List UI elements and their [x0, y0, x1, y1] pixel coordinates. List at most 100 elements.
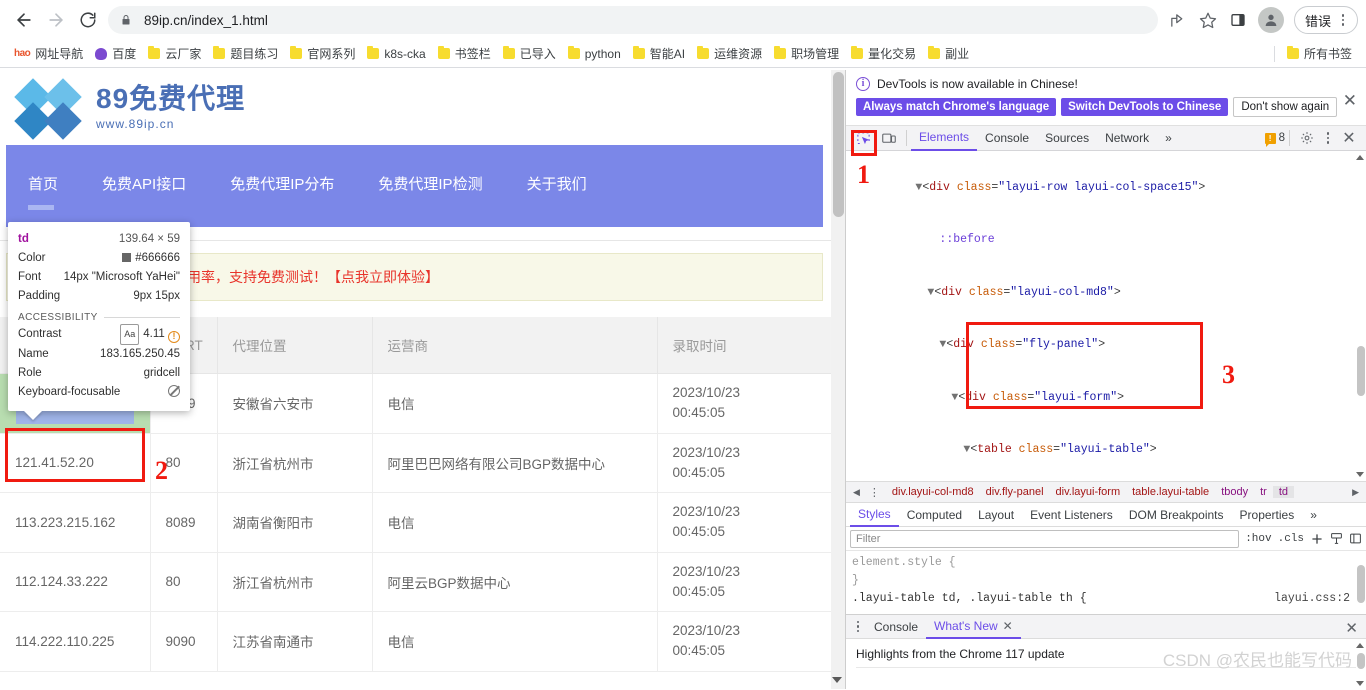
new-style-rule-icon[interactable]: [1310, 532, 1324, 546]
bookmark-item[interactable]: 官网系列: [284, 43, 361, 64]
switch-to-chinese-button[interactable]: Switch DevTools to Chinese: [1061, 98, 1229, 116]
dont-show-again-button[interactable]: Don't show again: [1233, 97, 1338, 117]
bookmark-item[interactable]: 云厂家: [142, 43, 207, 64]
css-rule-line-0[interactable]: element.style {: [852, 554, 1360, 572]
styles-subtab-properties[interactable]: Properties: [1232, 504, 1303, 526]
dom-scrollbar-thumb[interactable]: [1357, 346, 1365, 396]
site-nav-item-1[interactable]: 免费API接口: [102, 145, 204, 194]
bookmark-item[interactable]: 量化交易: [845, 43, 922, 64]
dom-line-fly-panel[interactable]: ▼<div class="fly-panel">: [850, 319, 1366, 372]
breadcrumb-scroll-right-icon[interactable]: ▶: [1349, 487, 1362, 498]
hov-toggle[interactable]: :hov: [1245, 533, 1271, 545]
site-nav-item-2[interactable]: 免费代理IP分布: [230, 145, 352, 194]
styles-more-tabs-icon[interactable]: »: [1302, 504, 1325, 526]
bookmark-item[interactable]: hao 网址导航: [8, 43, 89, 64]
breadcrumb-overflow-icon[interactable]: ⋮: [863, 486, 886, 499]
warning-icon: !: [168, 331, 180, 343]
back-button[interactable]: [8, 4, 40, 36]
breadcrumb-scroll-left-icon[interactable]: ◀: [850, 487, 863, 498]
close-banner-icon[interactable]: ✕: [1343, 92, 1357, 109]
drawer-scrollbar-thumb[interactable]: [1357, 653, 1365, 669]
devtools-more-menu-icon[interactable]: [1320, 127, 1336, 149]
styles-subtab-dom-breakpoints[interactable]: DOM Breakpoints: [1121, 504, 1232, 526]
css-rule-line-2[interactable]: .layui-table td, .layui-table th {layui.…: [852, 590, 1360, 608]
css-rule-line-1[interactable]: }: [852, 572, 1360, 590]
bookmark-item[interactable]: 书签栏: [432, 43, 497, 64]
bookmark-star-icon[interactable]: [1194, 6, 1222, 34]
drawer-tab-console[interactable]: Console: [866, 616, 926, 638]
computed-styles-sidebar-icon[interactable]: [1330, 532, 1343, 545]
toggle-sidebar-icon[interactable]: [1349, 532, 1362, 545]
breadcrumb-item-4[interactable]: tbody: [1215, 486, 1254, 498]
breadcrumb-item-5[interactable]: tr: [1254, 486, 1273, 498]
bookmark-item[interactable]: 运维资源: [691, 43, 768, 64]
dom-line-layui-row[interactable]: ▼<div class="layui-row layui-col-space15…: [850, 161, 1366, 214]
all-bookmarks-button[interactable]: 所有书签: [1281, 43, 1358, 64]
breadcrumb-item-2[interactable]: div.layui-form: [1050, 486, 1127, 498]
drawer-tab-what-s-new[interactable]: What's New ✕: [926, 615, 1021, 639]
bookmark-item[interactable]: 副业: [922, 43, 975, 64]
breadcrumb-item-1[interactable]: div.fly-panel: [980, 486, 1050, 498]
styles-filter-input[interactable]: Filter: [850, 529, 1240, 548]
inspect-element-icon[interactable]: [850, 127, 876, 149]
styles-rules-pane[interactable]: element.style {} .layui-table td, .layui-…: [846, 551, 1366, 614]
more-tabs-icon[interactable]: »: [1157, 126, 1180, 150]
dom-scroll-down-icon[interactable]: [1356, 472, 1364, 477]
styles-subtab-layout[interactable]: Layout: [970, 504, 1022, 526]
styles-subtab-computed[interactable]: Computed: [899, 504, 970, 526]
bookmark-item[interactable]: 职场管理: [768, 43, 845, 64]
dom-tree-scrollbar[interactable]: [1355, 151, 1366, 481]
bookmark-item[interactable]: 已导入: [497, 43, 562, 64]
dom-line-col-md8[interactable]: ▼<div class="layui-col-md8">: [850, 266, 1366, 319]
site-nav-item-4[interactable]: 关于我们: [527, 145, 605, 194]
folder-icon: [367, 46, 380, 59]
dom-tree[interactable]: border-color: #f4e0cc; >···</div> ▼<div …: [846, 151, 1366, 481]
dom-line-before[interactable]: ::before: [850, 214, 1366, 267]
page-scrollbar-thumb[interactable]: [833, 72, 844, 217]
styles-subtab-event-listeners[interactable]: Event Listeners: [1022, 504, 1121, 526]
breadcrumb-item-6[interactable]: td: [1272, 486, 1295, 498]
side-panel-icon[interactable]: [1224, 6, 1252, 34]
site-nav-item-0[interactable]: 首页: [28, 145, 76, 210]
bookmark-item[interactable]: python: [562, 45, 627, 63]
close-devtools-icon[interactable]: ✕: [1336, 127, 1362, 149]
drawer-scrollbar[interactable]: [1355, 639, 1366, 690]
address-bar[interactable]: 89ip.cn/index_1.html: [108, 6, 1158, 34]
drawer-scroll-down-icon[interactable]: [1356, 681, 1364, 686]
devtools-tab-elements[interactable]: Elements: [911, 125, 978, 151]
share-icon[interactable]: [1164, 6, 1192, 34]
warning-count-badge[interactable]: ! 8: [1264, 132, 1285, 147]
chrome-menu-icon[interactable]: [1335, 14, 1351, 26]
forward-button[interactable]: [40, 4, 72, 36]
always-match-language-button[interactable]: Always match Chrome's language: [856, 98, 1057, 116]
dom-line-thead[interactable]: ▶<thead>···</thead>: [850, 476, 1366, 481]
settings-gear-icon[interactable]: [1294, 127, 1320, 149]
inspector-tooltip: td 139.64 × 59 Color #666666 Font 14px "…: [8, 222, 190, 411]
scroll-down-arrow-icon[interactable]: [832, 677, 842, 683]
site-nav-item-3[interactable]: 免费代理IP检测: [378, 145, 500, 194]
device-toolbar-icon[interactable]: [876, 127, 902, 149]
styles-subtab-styles[interactable]: Styles: [850, 503, 899, 527]
bookmark-item[interactable]: 智能AI: [627, 43, 691, 64]
bookmark-item[interactable]: 题目练习: [207, 43, 284, 64]
dom-line-layui-form[interactable]: ▼<div class="layui-form">: [850, 371, 1366, 424]
reload-button[interactable]: [72, 4, 104, 36]
error-menu-button[interactable]: 错误: [1293, 6, 1358, 34]
cls-toggle[interactable]: .cls: [1278, 533, 1304, 545]
breadcrumb-item-3[interactable]: table.layui-table: [1126, 486, 1215, 498]
avatar[interactable]: [1257, 7, 1284, 33]
drawer-scroll-up-icon[interactable]: [1356, 643, 1364, 648]
bookmark-item[interactable]: 百度: [89, 43, 142, 64]
drawer-more-menu-icon[interactable]: [850, 620, 866, 633]
close-drawer-icon[interactable]: ✕: [1345, 619, 1358, 637]
breadcrumb-item-0[interactable]: div.layui-col-md8: [886, 486, 980, 498]
devtools-tab-console[interactable]: Console: [977, 126, 1037, 150]
css-source-link[interactable]: layui.css:2: [1274, 590, 1350, 608]
close-tab-icon[interactable]: ✕: [1003, 615, 1013, 637]
dom-scroll-up-icon[interactable]: [1356, 155, 1364, 160]
dom-line-table[interactable]: ▼<table class="layui-table">: [850, 424, 1366, 477]
page-scrollbar[interactable]: [831, 70, 845, 689]
devtools-tab-sources[interactable]: Sources: [1037, 126, 1097, 150]
devtools-tab-network[interactable]: Network: [1097, 126, 1157, 150]
bookmark-item[interactable]: k8s-cka: [361, 45, 431, 63]
